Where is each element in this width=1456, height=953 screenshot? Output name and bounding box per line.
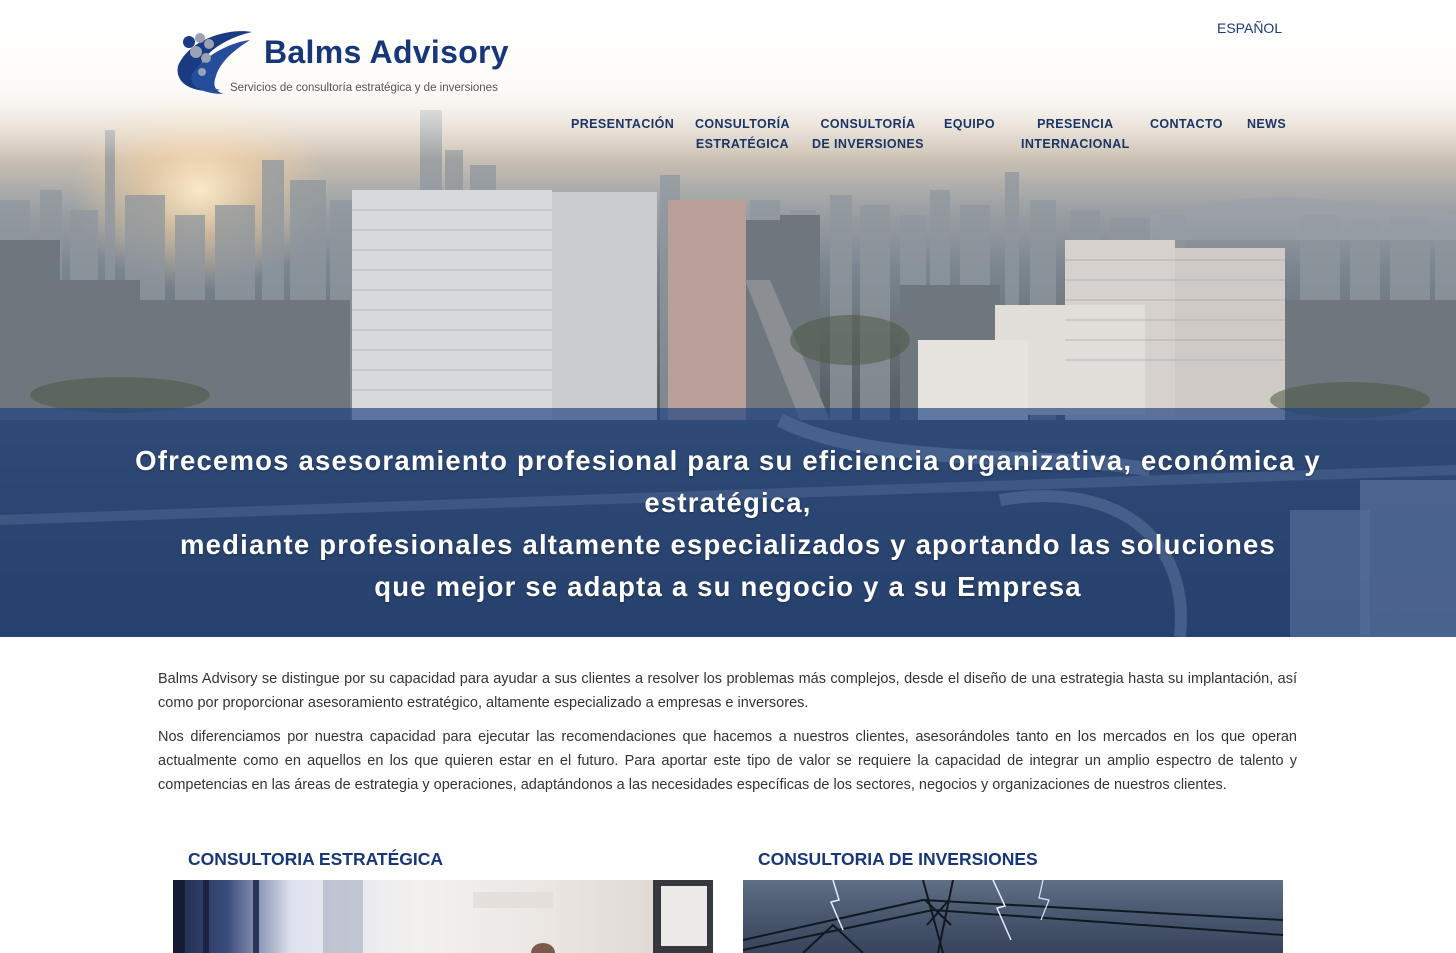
nav-item-news[interactable]: NEWS bbox=[1247, 114, 1286, 134]
nav-item-label-line2: DE INVERSIONES bbox=[812, 137, 924, 151]
nav-item-label: PRESENTACIÓN bbox=[571, 117, 675, 131]
intro-paragraph-2: Nos diferenciamos por nuestra capacidad … bbox=[158, 729, 1297, 793]
office-photo-image bbox=[173, 880, 713, 953]
nav-item-consultoria-inversiones[interactable]: CONSULTORÍA DE INVERSIONES bbox=[812, 114, 924, 154]
card-title-investment[interactable]: CONSULTORIA DE INVERSIONES bbox=[758, 849, 1038, 870]
nav-item-label: CONSULTORÍA bbox=[695, 117, 790, 131]
nav-item-label: PRESENCIA bbox=[1037, 117, 1114, 131]
card-title-strategic[interactable]: CONSULTORIA ESTRATÉGICA bbox=[188, 849, 443, 870]
nav-item-label: CONSULTORÍA bbox=[820, 117, 916, 131]
nav-item-label-line2: ESTRATÉGICA bbox=[695, 137, 789, 151]
intro-section: Balms Advisory se distingue por su capac… bbox=[158, 667, 1297, 807]
hero-line-4: que mejor se adapta a su negocio y a su … bbox=[374, 571, 1082, 602]
card-image-office[interactable] bbox=[173, 880, 713, 953]
hero-line-1: Ofrecemos asesoramiento profesional para… bbox=[135, 445, 1321, 476]
nav-item-contacto[interactable]: CONTACTO bbox=[1150, 114, 1223, 134]
nav-item-label: EQUIPO bbox=[944, 117, 996, 131]
language-selector[interactable]: ESPAÑOL bbox=[1217, 20, 1282, 36]
nav-item-presentacion[interactable]: PRESENTACIÓN bbox=[571, 114, 674, 134]
nav-item-equipo[interactable]: EQUIPO bbox=[944, 114, 995, 134]
hero-line-3: mediante profesionales altamente especia… bbox=[180, 529, 1276, 560]
power-tower-photo-image bbox=[743, 880, 1283, 953]
card-image-power-tower[interactable] bbox=[743, 880, 1283, 953]
nav-item-presencia-internacional[interactable]: PRESENCIA INTERNACIONAL bbox=[1021, 114, 1130, 154]
nav-item-label-line2: INTERNACIONAL bbox=[1021, 137, 1130, 151]
hero-line-2: estratégica, bbox=[644, 487, 812, 518]
brand-name: Balms Advisory bbox=[264, 34, 509, 70]
nav-item-label: NEWS bbox=[1247, 117, 1287, 131]
hero-headline: Ofrecemos asesoramiento profesional para… bbox=[60, 440, 1396, 608]
brand-tagline: Servicios de consultoría estratégica y d… bbox=[230, 82, 498, 94]
intro-paragraph-1: Balms Advisory se distingue por su capac… bbox=[158, 671, 1297, 711]
nav-item-label: CONTACTO bbox=[1150, 117, 1223, 131]
brand-logo[interactable]: Balms Advisory Servicios de consultoría … bbox=[172, 28, 532, 100]
nav-item-consultoria-estrategica[interactable]: CONSULTORÍA ESTRATÉGICA bbox=[695, 114, 790, 154]
